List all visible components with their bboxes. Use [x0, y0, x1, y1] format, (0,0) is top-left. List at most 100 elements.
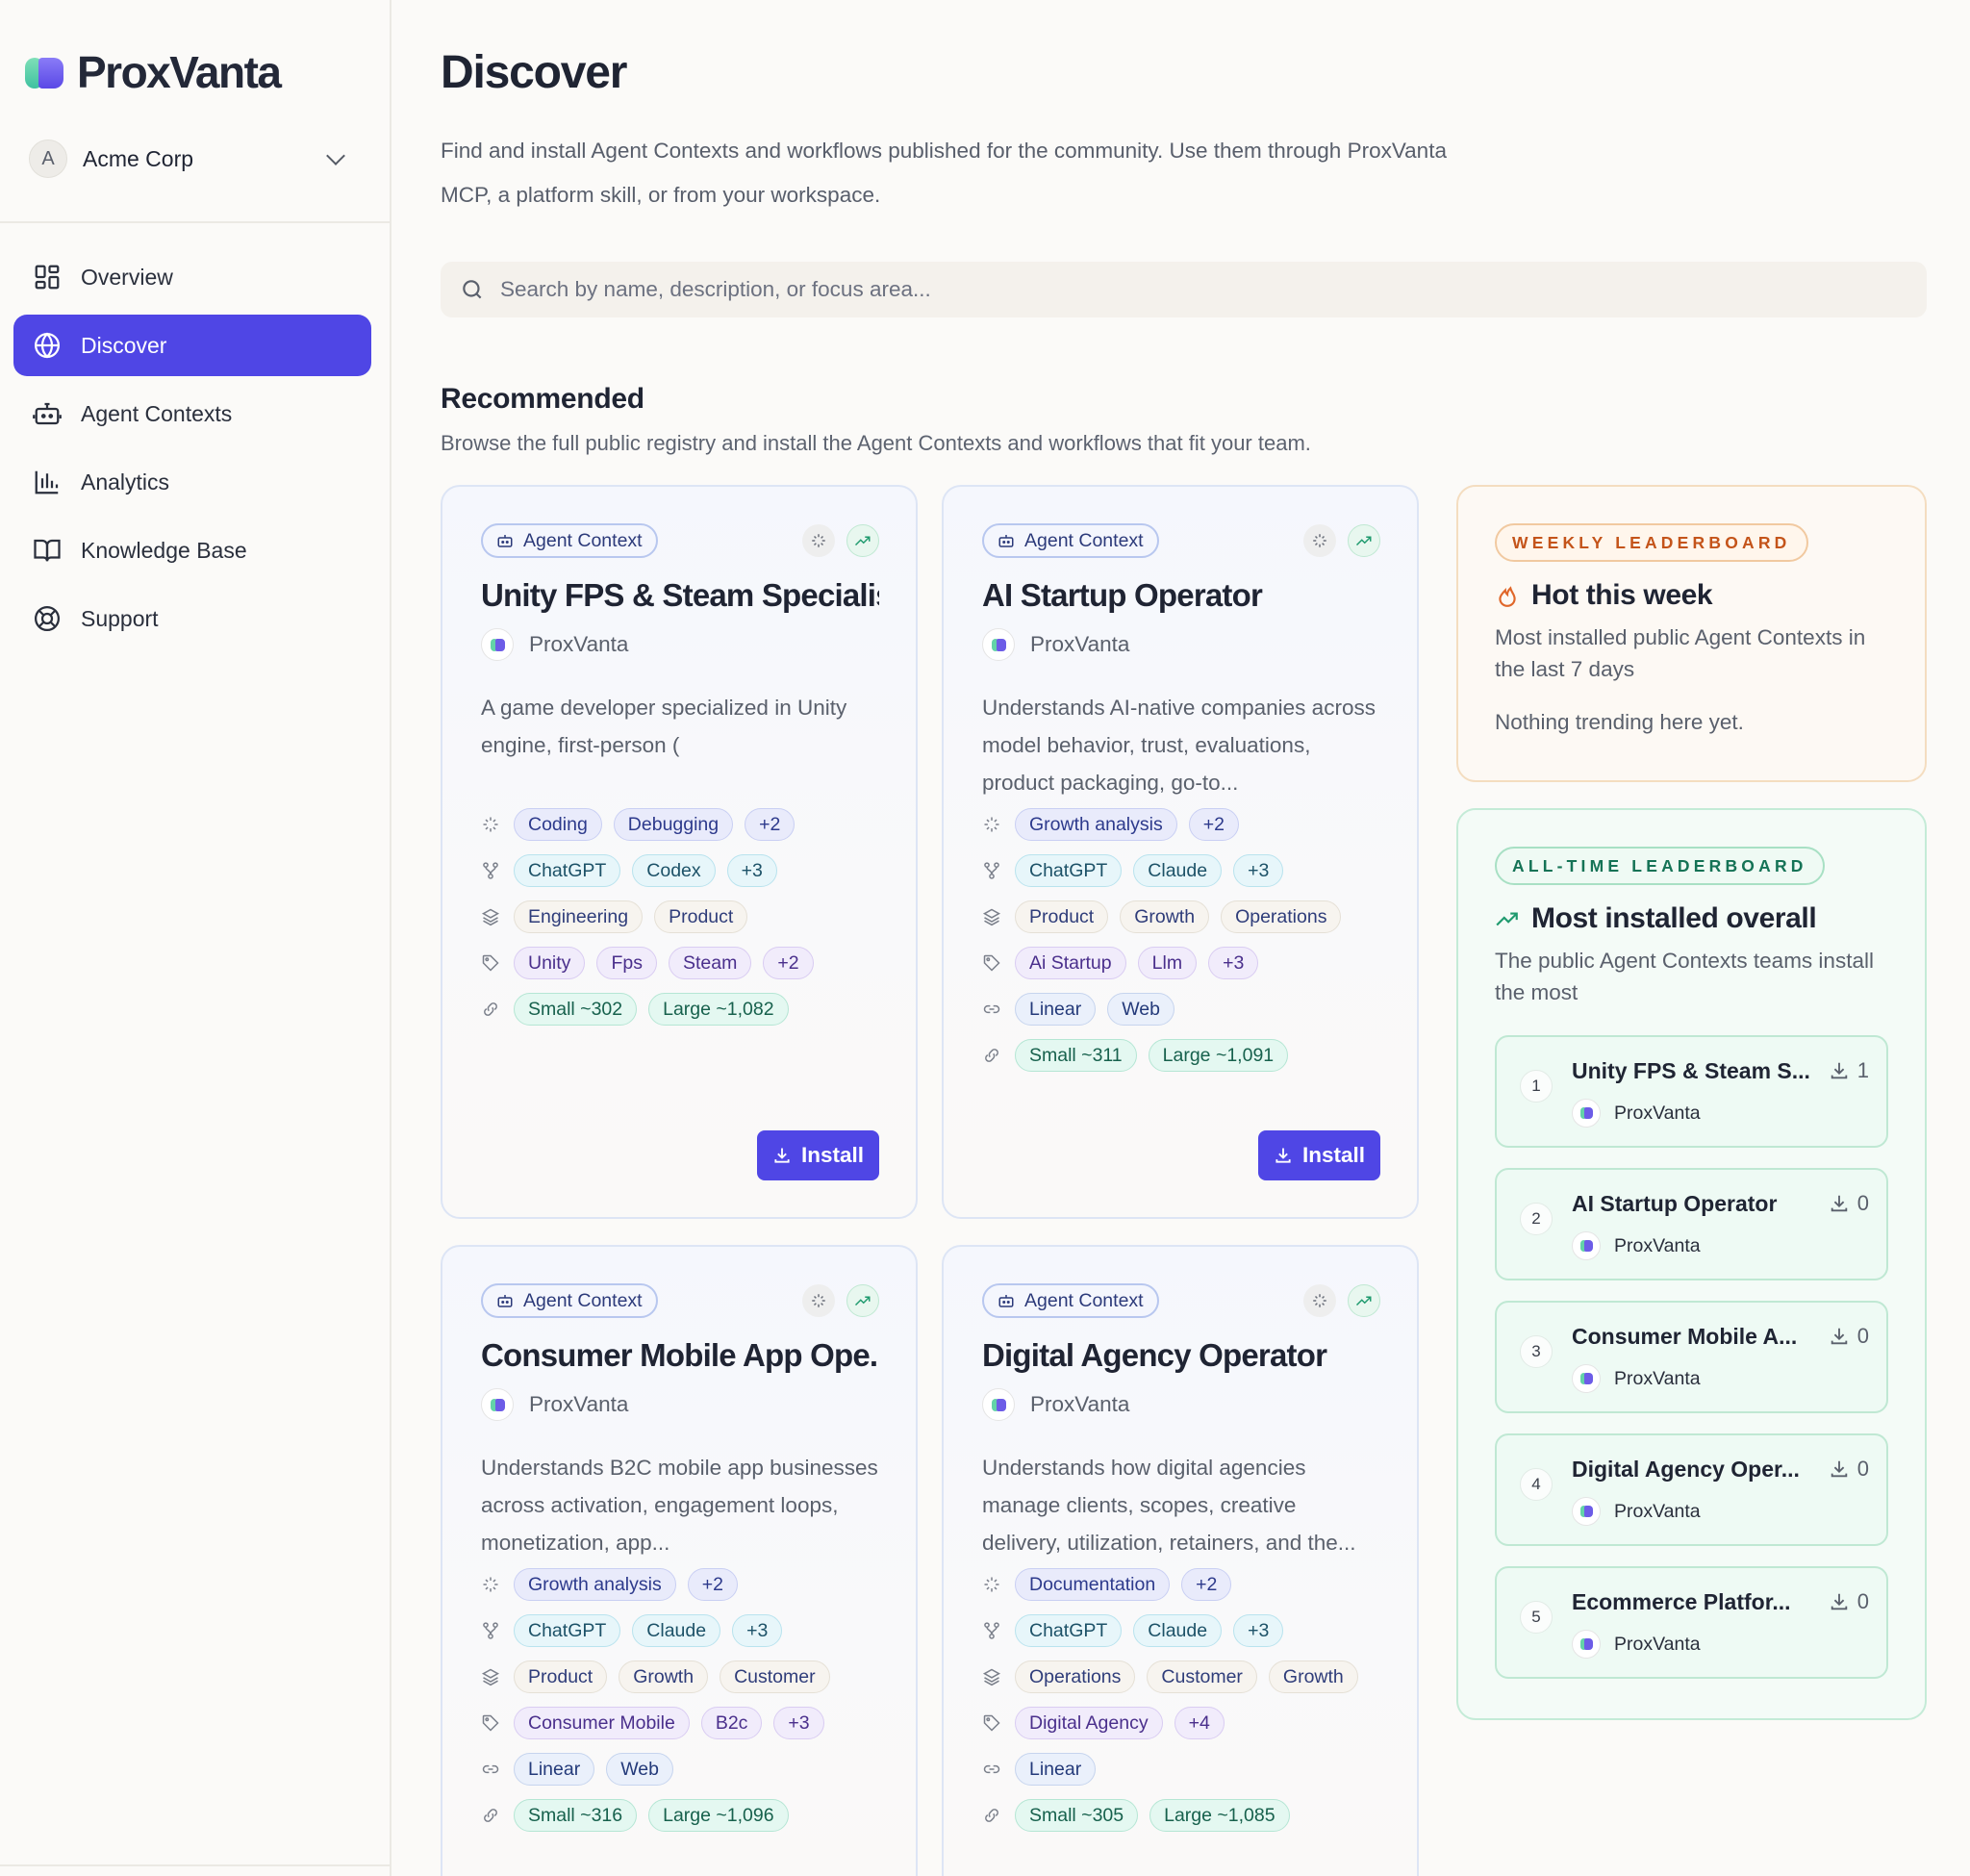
card-title[interactable]: AI Startup Operator: [982, 577, 1380, 614]
sidebar-item-discover[interactable]: Discover: [13, 315, 371, 376]
sidebar-item-overview[interactable]: Overview: [13, 246, 371, 308]
tag-chip[interactable]: Unity: [514, 947, 586, 979]
tag-chip[interactable]: Small ~305: [1015, 1799, 1139, 1832]
tag-chip[interactable]: Claude: [1133, 854, 1223, 887]
agent-context-card[interactable]: Agent Context Digital Agency Operator Prox…: [942, 1245, 1419, 1876]
tag-chip[interactable]: Customer: [720, 1661, 830, 1693]
card-publisher: ProxVanta: [481, 1387, 879, 1422]
tag-chip[interactable]: Consumer Mobile: [514, 1707, 690, 1739]
tag-chip[interactable]: Coding: [514, 808, 602, 841]
leaderboard-item[interactable]: 2 AI Startup Operator 0 ProxVanta: [1495, 1168, 1888, 1280]
tag-chip[interactable]: Growth: [1120, 900, 1210, 933]
sparkle-icon[interactable]: [802, 524, 835, 557]
layers-icon: [982, 908, 1001, 926]
search-bar[interactable]: [441, 262, 1927, 317]
tag-chip[interactable]: Debugging: [613, 808, 734, 841]
tag-chip[interactable]: Growth: [619, 1661, 709, 1693]
leaderboard-item[interactable]: 4 Digital Agency Oper... 0 ProxVanta: [1495, 1433, 1888, 1546]
workspace-switcher[interactable]: A Acme Corp: [29, 139, 356, 179]
tag-chip[interactable]: Large ~1,082: [648, 993, 789, 1026]
sparkle-icon[interactable]: [1303, 1284, 1336, 1317]
sidebar-item-support[interactable]: Support: [13, 588, 371, 649]
tag-chip[interactable]: Product: [1015, 900, 1109, 933]
fork-icon: [984, 862, 999, 879]
tag-row-keywords: Unity Fps Steam +2: [481, 940, 879, 986]
tag-icon: [983, 954, 1000, 972]
trending-up-icon[interactable]: [1348, 1284, 1380, 1317]
sidebar-item-knowledge-base[interactable]: Knowledge Base: [13, 520, 371, 581]
tag-chip[interactable]: Operations: [1221, 900, 1342, 933]
tag-chip[interactable]: Large ~1,085: [1149, 1799, 1290, 1832]
tag-chip[interactable]: Large ~1,096: [648, 1799, 789, 1832]
leaderboard-item[interactable]: 3 Consumer Mobile A... 0 ProxVanta: [1495, 1301, 1888, 1413]
tag-chip[interactable]: +2: [763, 947, 814, 979]
tag-chip[interactable]: Product: [654, 900, 748, 933]
tag-chip[interactable]: +3: [726, 854, 777, 887]
install-button[interactable]: Install: [756, 1130, 879, 1180]
tag-chip[interactable]: +2: [1181, 1568, 1232, 1601]
tag-chip[interactable]: Ai Startup: [1015, 947, 1126, 979]
search-input[interactable]: [500, 277, 1847, 302]
tag-chip[interactable]: Claude: [632, 1614, 721, 1647]
tag-chip[interactable]: Large ~1,091: [1148, 1039, 1289, 1072]
tag-chip[interactable]: +2: [687, 1568, 738, 1601]
card-title[interactable]: Consumer Mobile App Ope...: [481, 1337, 879, 1374]
tag-chip[interactable]: +3: [1208, 947, 1259, 979]
agent-context-card[interactable]: Agent Context AI Startup Operator ProxVant…: [942, 485, 1419, 1219]
sidebar-item-analytics[interactable]: Analytics: [13, 451, 371, 513]
sparkle-icon[interactable]: [802, 1284, 835, 1317]
tag-chip[interactable]: Web: [1107, 993, 1174, 1026]
tag-chip[interactable]: +3: [773, 1707, 824, 1739]
tag-chip[interactable]: Growth: [1268, 1661, 1358, 1693]
tag-chip[interactable]: Small ~316: [514, 1799, 638, 1832]
tag-chip[interactable]: Small ~311: [1015, 1039, 1137, 1072]
tag-chip[interactable]: Documentation: [1015, 1568, 1171, 1601]
tag-chip[interactable]: Codex: [632, 854, 716, 887]
trending-up-icon[interactable]: [846, 524, 879, 557]
tag-chip[interactable]: B2c: [700, 1707, 763, 1739]
tag-chip[interactable]: +3: [732, 1614, 783, 1647]
tag-chip[interactable]: Operations: [1015, 1661, 1136, 1693]
brand[interactable]: ProxVanta: [25, 46, 282, 98]
tag-chip[interactable]: ChatGPT: [1015, 854, 1123, 887]
tag-row-focus-areas: Growth analysis +2: [481, 1561, 879, 1608]
tag-chip[interactable]: +4: [1174, 1707, 1225, 1739]
card-title[interactable]: Unity FPS & Steam Specialist: [481, 577, 879, 614]
leaderboard-item[interactable]: 5 Ecommerce Platfor... 0 ProxVanta: [1495, 1566, 1888, 1679]
download-icon: [1831, 1460, 1847, 1478]
tag-chip[interactable]: +3: [1233, 1614, 1284, 1647]
tag-chip[interactable]: Web: [606, 1753, 673, 1786]
tag-chip[interactable]: Fps: [596, 947, 657, 979]
tag-chip[interactable]: Llm: [1137, 947, 1198, 979]
install-button[interactable]: Install: [1257, 1130, 1380, 1180]
tag-chip[interactable]: ChatGPT: [514, 854, 621, 887]
sparkle-icon[interactable]: [1303, 524, 1336, 557]
tag-chip[interactable]: +2: [1188, 808, 1239, 841]
tag-chip[interactable]: Product: [514, 1661, 608, 1693]
tag-chip[interactable]: +2: [745, 808, 796, 841]
tag-chip[interactable]: Digital Agency: [1015, 1707, 1163, 1739]
tag-chip[interactable]: ChatGPT: [1015, 1614, 1123, 1647]
publisher-logo-icon: [481, 1388, 514, 1421]
agent-context-card[interactable]: Agent Context Consumer Mobile App Ope... P…: [441, 1245, 918, 1876]
agent-context-card[interactable]: Agent Context Unity FPS & Steam Specialis…: [441, 485, 918, 1219]
tag-chip[interactable]: Small ~302: [514, 993, 638, 1026]
tag-chip[interactable]: Engineering: [514, 900, 644, 933]
sidebar-item-agent-contexts[interactable]: Agent Contexts: [13, 383, 371, 444]
publisher-name: ProxVanta: [1614, 1102, 1701, 1124]
tag-chip[interactable]: Linear: [1015, 1753, 1097, 1786]
tag-chip[interactable]: +3: [1233, 854, 1284, 887]
tag-chip[interactable]: Growth analysis: [1015, 808, 1177, 841]
tag-icon: [983, 1714, 1000, 1732]
tag-chip[interactable]: Growth analysis: [514, 1568, 676, 1601]
leaderboard-item[interactable]: 1 Unity FPS & Steam S... 1 ProxVanta: [1495, 1035, 1888, 1148]
card-title[interactable]: Digital Agency Operator: [982, 1337, 1380, 1374]
tag-chip[interactable]: ChatGPT: [514, 1614, 621, 1647]
tag-chip[interactable]: Customer: [1147, 1661, 1257, 1693]
tag-chip[interactable]: Linear: [1015, 993, 1097, 1026]
tag-chip[interactable]: Claude: [1133, 1614, 1223, 1647]
tag-chip[interactable]: Linear: [514, 1753, 595, 1786]
trending-up-icon[interactable]: [846, 1284, 879, 1317]
tag-chip[interactable]: Steam: [668, 947, 752, 979]
trending-up-icon[interactable]: [1348, 524, 1380, 557]
